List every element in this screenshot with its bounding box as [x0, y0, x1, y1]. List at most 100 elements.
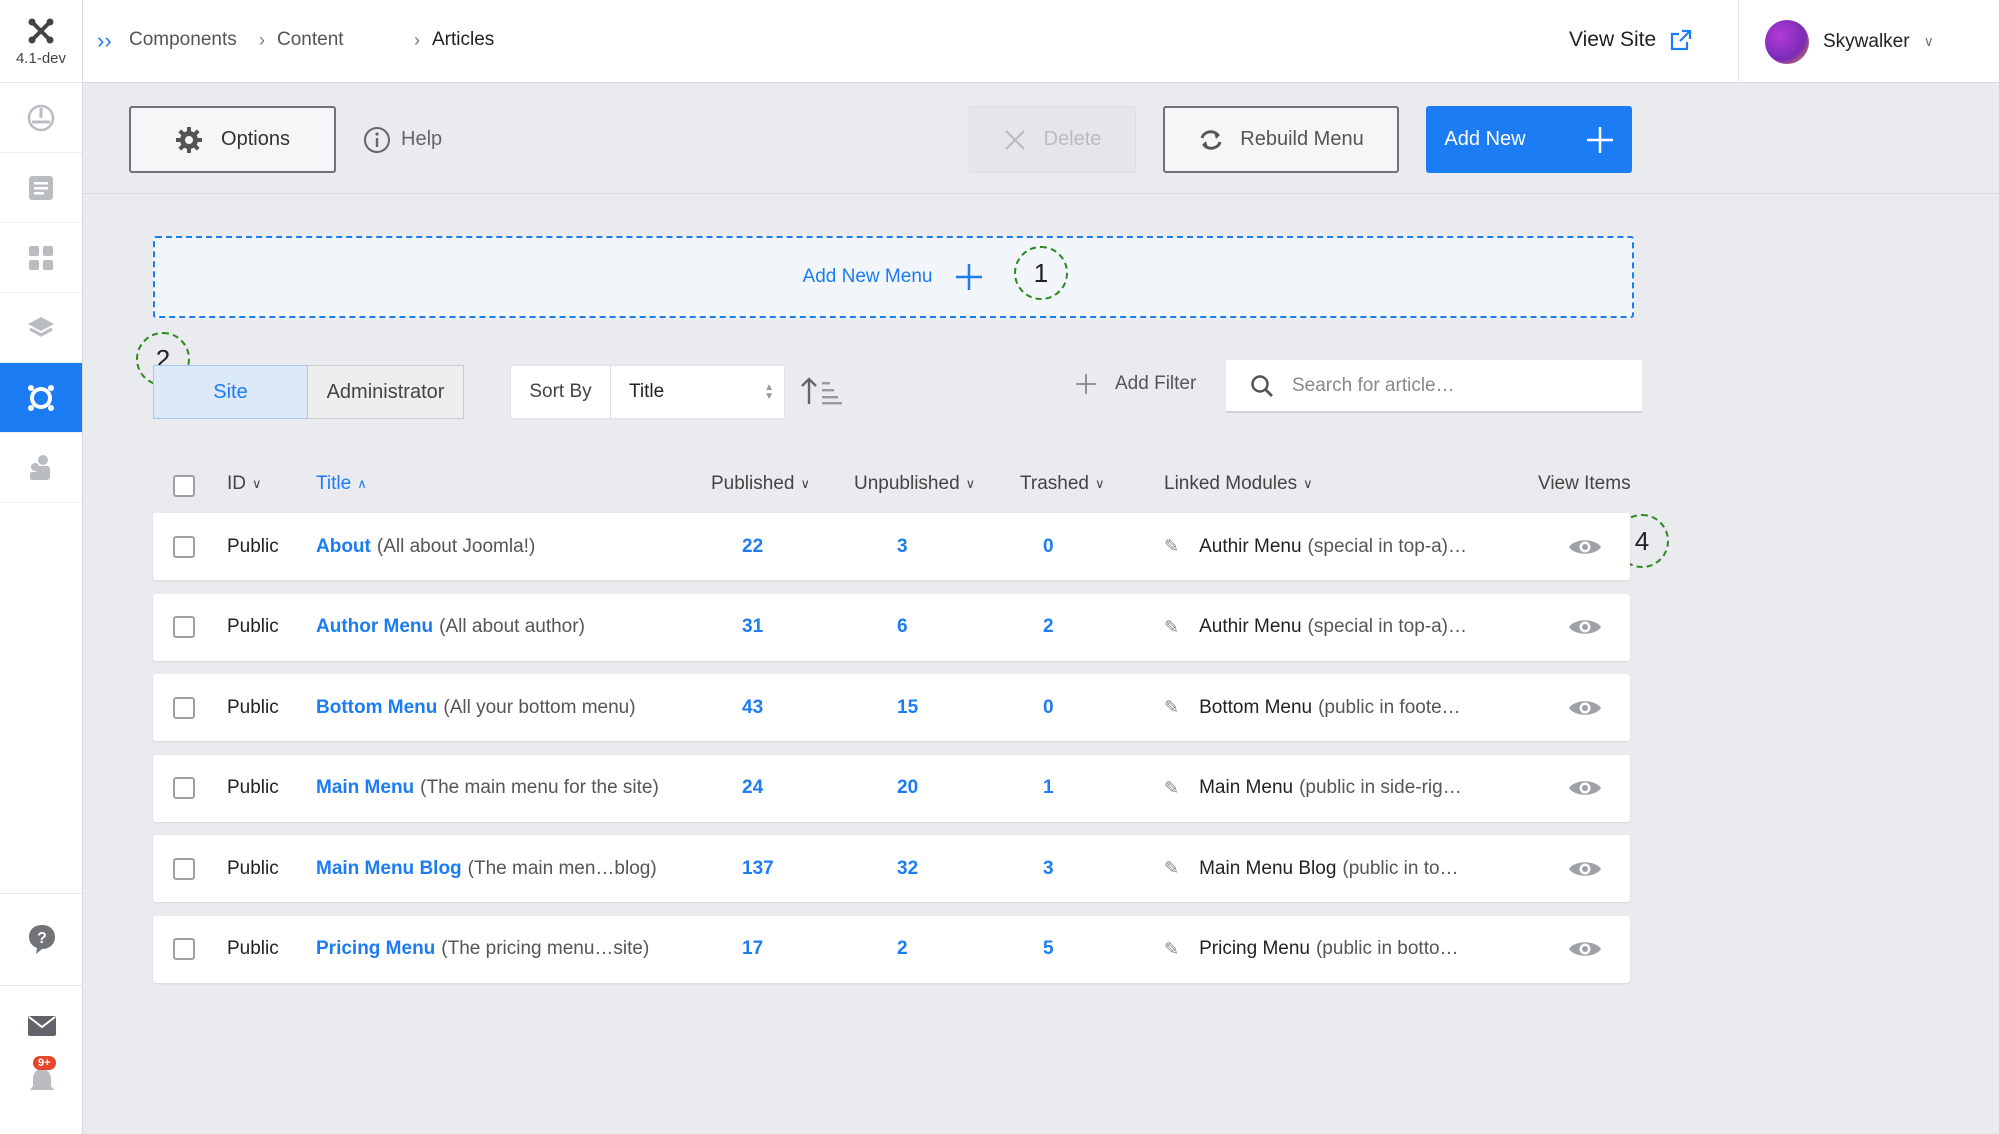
- help-button[interactable]: Help: [363, 106, 442, 173]
- column-trashed[interactable]: Trashed ∨: [1020, 473, 1105, 495]
- delete-button[interactable]: Delete: [969, 106, 1136, 173]
- edit-icon[interactable]: ✎: [1164, 536, 1179, 557]
- published-count[interactable]: 31: [742, 594, 763, 661]
- edit-icon[interactable]: ✎: [1164, 617, 1179, 638]
- published-count[interactable]: 43: [742, 674, 763, 741]
- sidebar-item-menus[interactable]: [0, 363, 82, 433]
- row-checkbox[interactable]: [173, 857, 195, 880]
- eye-icon: [1569, 861, 1601, 876]
- trashed-count[interactable]: 3: [1043, 835, 1054, 902]
- sidebar-item-help[interactable]: ?: [0, 893, 83, 983]
- module-link[interactable]: Authir Menu: [1199, 536, 1301, 558]
- breadcrumb-item[interactable]: › Content: [259, 29, 414, 51]
- table-row[interactable]: Public Bottom Menu (All your bottom menu)…: [153, 674, 1630, 741]
- edit-icon[interactable]: ✎: [1164, 858, 1179, 879]
- published-count[interactable]: 24: [742, 755, 763, 822]
- options-button[interactable]: Options: [129, 106, 336, 173]
- trashed-count[interactable]: 5: [1043, 916, 1054, 983]
- row-checkbox[interactable]: [173, 616, 195, 638]
- column-linked-modules[interactable]: Linked Modules ∨: [1164, 473, 1313, 495]
- row-checkbox[interactable]: [173, 535, 195, 558]
- module-link[interactable]: Pricing Menu: [1199, 938, 1310, 960]
- sidebar-item-extensions[interactable]: [0, 293, 82, 363]
- table-row[interactable]: Public Pricing Menu (The pricing menu…sit…: [153, 915, 1630, 983]
- trashed-count[interactable]: 2: [1043, 594, 1054, 661]
- row-checkbox[interactable]: [173, 777, 195, 799]
- select-all-checkbox[interactable]: [173, 475, 195, 497]
- view-items-button[interactable]: [1568, 835, 1602, 902]
- chevron-right-icon: ›: [414, 29, 420, 50]
- trashed-count[interactable]: 0: [1043, 674, 1054, 741]
- column-unpublished[interactable]: Unpublished ∨: [854, 473, 975, 495]
- brand[interactable]: 4.1-dev: [0, 0, 82, 83]
- view-items-button[interactable]: [1568, 755, 1602, 822]
- edit-icon[interactable]: ✎: [1164, 939, 1179, 960]
- menu-title-link[interactable]: About: [316, 536, 371, 558]
- trashed-count[interactable]: 0: [1043, 513, 1054, 580]
- joomla-logo-icon: [28, 18, 54, 43]
- view-items-button[interactable]: [1568, 916, 1602, 983]
- menu-title-link[interactable]: Main Menu: [316, 777, 414, 799]
- breadcrumb-item[interactable]: Components: [129, 29, 259, 51]
- trashed-count[interactable]: 1: [1043, 755, 1054, 822]
- table-row[interactable]: Public About (All about Joomla!) 22 3 0 ✎…: [153, 513, 1630, 580]
- sidebar-item-content[interactable]: [0, 153, 82, 223]
- unpublished-count[interactable]: 20: [897, 755, 918, 822]
- plus-icon: [1076, 374, 1096, 394]
- table-row[interactable]: Public Author Menu (All about author) 31 …: [153, 593, 1630, 661]
- unpublished-count[interactable]: 32: [897, 835, 918, 902]
- breadcrumb-item[interactable]: › Articles: [414, 29, 494, 51]
- module-link[interactable]: Main Menu Blog: [1199, 858, 1336, 880]
- sidebar-item-components[interactable]: [0, 223, 82, 293]
- search-input[interactable]: Search for article…: [1226, 360, 1642, 413]
- unpublished-count[interactable]: 6: [897, 594, 908, 661]
- column-title[interactable]: Title ∧: [316, 473, 367, 495]
- column-published[interactable]: Published ∨: [711, 473, 810, 495]
- tab-administrator[interactable]: Administrator: [308, 365, 464, 419]
- close-icon: [1004, 129, 1025, 150]
- view-site-link[interactable]: View Site: [1569, 28, 1692, 52]
- unpublished-count[interactable]: 2: [897, 916, 908, 983]
- published-count[interactable]: 17: [742, 916, 763, 983]
- view-items-button[interactable]: [1568, 594, 1602, 661]
- module-link[interactable]: Bottom Menu: [1199, 697, 1312, 719]
- help-bubble-icon: ?: [28, 924, 55, 954]
- row-checkbox[interactable]: [173, 938, 195, 960]
- unpublished-count[interactable]: 15: [897, 674, 918, 741]
- table-row[interactable]: Public Main Menu (The main menu for the s…: [153, 754, 1630, 822]
- user-menu[interactable]: Skywalker ∨: [1738, 0, 1999, 83]
- add-filter-button[interactable]: Add Filter: [1075, 373, 1196, 395]
- tab-site[interactable]: Site: [153, 365, 308, 419]
- add-new-button[interactable]: Add New: [1426, 106, 1632, 173]
- sidebar-item-notifications[interactable]: 9+: [0, 1053, 83, 1108]
- breadcrumb-toggle-icon[interactable]: ››: [97, 28, 112, 54]
- sidebar-item-messages[interactable]: [0, 998, 83, 1053]
- access-level: Public: [227, 857, 279, 879]
- menu-title-link[interactable]: Bottom Menu: [316, 697, 437, 719]
- module-link[interactable]: Main Menu: [1199, 777, 1293, 799]
- menu-title-link[interactable]: Pricing Menu: [316, 938, 435, 960]
- sort-direction-button[interactable]: [800, 376, 846, 411]
- access-level: Public: [227, 616, 279, 637]
- module-link[interactable]: Authir Menu: [1199, 616, 1301, 638]
- sidebar-item-dashboard[interactable]: [0, 83, 82, 153]
- view-items-button[interactable]: [1568, 513, 1602, 580]
- view-items-button[interactable]: [1568, 674, 1602, 741]
- rebuild-menu-button[interactable]: Rebuild Menu: [1163, 106, 1399, 173]
- menu-title-link[interactable]: Main Menu Blog: [316, 858, 462, 880]
- sort-select[interactable]: Sort By Title ▲ ▼: [510, 365, 785, 419]
- menus-icon: [28, 384, 54, 411]
- add-new-menu-dropzone[interactable]: Add New Menu: [153, 236, 1634, 318]
- published-count[interactable]: 137: [742, 835, 774, 902]
- column-id[interactable]: ID ∨: [227, 473, 262, 495]
- chevron-down-icon: ∨: [965, 476, 976, 491]
- edit-icon[interactable]: ✎: [1164, 778, 1179, 799]
- unpublished-count[interactable]: 3: [897, 513, 908, 580]
- menu-title-link[interactable]: Author Menu: [316, 616, 433, 638]
- table-row[interactable]: Public Main Menu Blog (The main men…blog)…: [153, 835, 1630, 902]
- row-checkbox[interactable]: [173, 696, 195, 719]
- notification-badge: 9+: [33, 1056, 56, 1070]
- published-count[interactable]: 22: [742, 513, 763, 580]
- edit-icon[interactable]: ✎: [1164, 697, 1179, 718]
- sidebar-item-users[interactable]: [0, 433, 82, 503]
